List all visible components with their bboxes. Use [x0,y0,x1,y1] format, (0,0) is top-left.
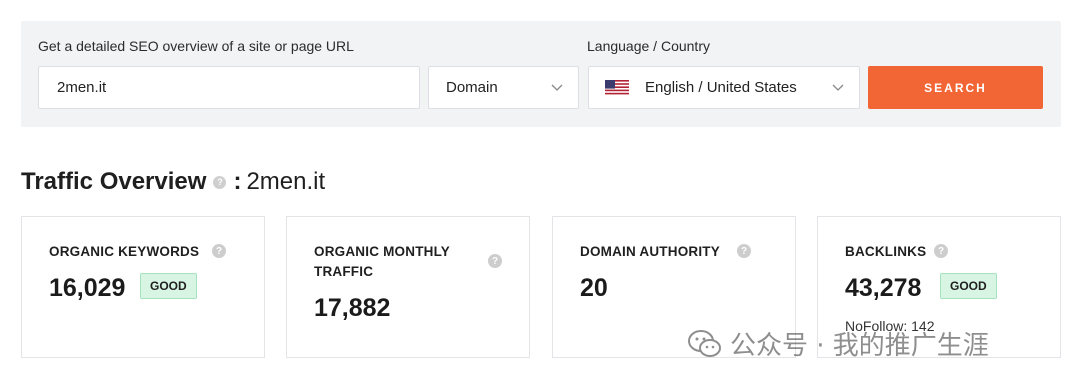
card-title-line: TRAFFIC [314,264,374,279]
organic-keywords-card: ORGANIC KEYWORDS ? 16,029 GOOD [21,216,265,358]
url-field-label: Get a detailed SEO overview of a site or… [38,38,354,54]
help-icon[interactable]: ? [934,244,948,258]
overview-domain: 2men.it [246,168,326,195]
card-value: 20 [580,274,608,302]
domain-type-select[interactable]: Domain [428,66,579,109]
help-icon[interactable]: ? [488,254,502,268]
language-value: English / United States [645,79,797,96]
status-badge: GOOD [140,273,197,299]
help-icon[interactable]: ? [737,244,751,258]
chevron-down-icon [551,84,563,91]
url-input-value: 2men.it [57,79,107,96]
status-badge: GOOD [940,273,997,299]
url-input[interactable]: 2men.it [38,66,420,109]
card-value: 16,029 [49,274,126,302]
language-field-label: Language / Country [587,38,710,54]
watermark: 公众号 · 我的推广生涯 [688,325,989,362]
language-country-select[interactable]: English / United States [588,66,860,109]
card-value: 43,278 [845,274,922,302]
card-title: BACKLINKS [845,244,927,259]
chevron-down-icon [832,84,844,91]
card-title: ORGANIC MONTHLY TRAFFIC [314,242,450,282]
domain-type-value: Domain [446,79,498,96]
help-icon[interactable]: ? [212,244,226,258]
card-title-line: ORGANIC MONTHLY [314,244,451,259]
card-title: DOMAIN AUTHORITY [580,244,720,259]
wechat-icon [688,329,721,357]
help-icon[interactable]: ? [213,175,227,189]
title-colon: : [233,168,242,195]
page-title: Traffic Overview [21,168,207,195]
card-value: 17,882 [314,294,391,322]
organic-traffic-card: ORGANIC MONTHLY TRAFFIC ? 17,882 [286,216,530,358]
search-panel: Get a detailed SEO overview of a site or… [21,21,1061,127]
search-button[interactable]: SEARCH [868,66,1043,109]
watermark-text: 公众号 · 我的推广生涯 [730,331,989,361]
traffic-overview-heading: Traffic Overview ? : 2men.it [21,168,325,196]
card-title: ORGANIC KEYWORDS [49,244,200,259]
us-flag-icon [605,79,629,96]
